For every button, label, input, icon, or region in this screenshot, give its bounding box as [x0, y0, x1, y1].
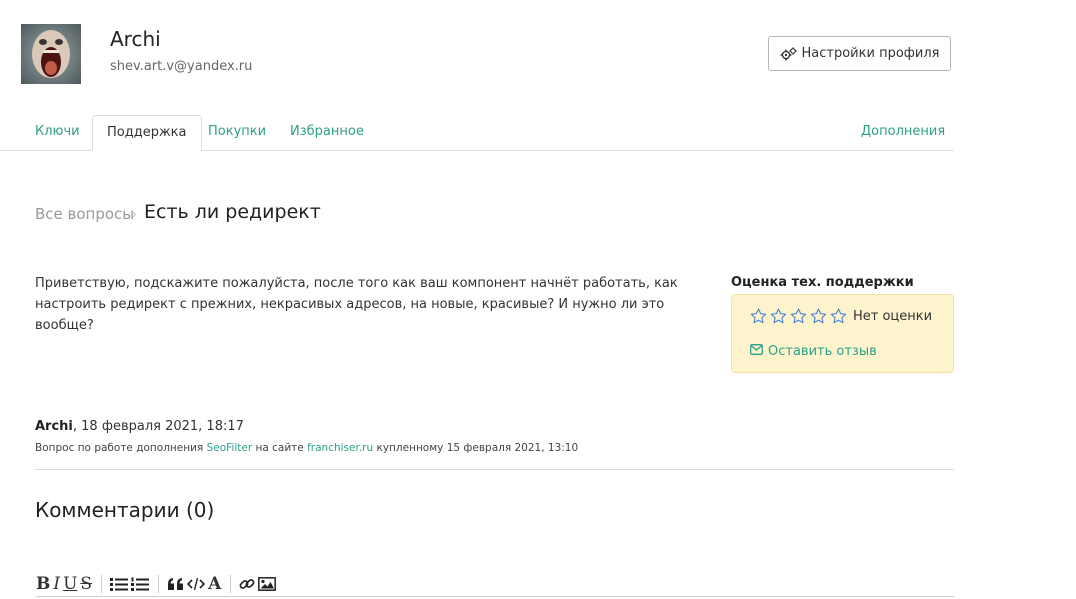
leave-review-label: Оставить отзыв: [768, 344, 877, 359]
star-rating: [750, 308, 847, 324]
link-icon: [239, 579, 255, 589]
numbered-list-icon: [131, 577, 150, 591]
tab-purchases[interactable]: Покупки: [208, 124, 266, 139]
code-button[interactable]: [187, 574, 206, 594]
star-icon[interactable]: [790, 308, 807, 324]
image-button[interactable]: [258, 574, 277, 594]
star-icon[interactable]: [830, 308, 847, 324]
no-rating-label: Нет оценки: [853, 309, 933, 324]
meta-suffix: купленному 15 февраля 2021, 13:10: [376, 442, 579, 454]
toolbar-separator: [101, 575, 103, 593]
tab-keys[interactable]: Ключи: [35, 124, 80, 139]
question-author[interactable]: Archi: [35, 419, 73, 434]
link-button[interactable]: [239, 574, 255, 594]
envelope-icon: [750, 344, 763, 359]
image-icon: [258, 577, 277, 591]
editor-toolbar: B I U S A: [36, 573, 279, 595]
meta-middle: на сайте: [255, 442, 304, 454]
font-button[interactable]: A: [208, 574, 221, 594]
code-icon: [187, 577, 206, 591]
meta-prefix: Вопрос по работе дополнения: [35, 442, 204, 454]
italic-button[interactable]: I: [53, 574, 60, 594]
gears-icon: [780, 46, 797, 61]
question-author-line: Archi, 18 февраля 2021, 18:17: [35, 419, 244, 434]
toolbar-separator: [230, 575, 232, 593]
profile-page: Archi shev.art.v@yandex.ru Настройки про…: [0, 0, 1076, 599]
underline-button[interactable]: U: [63, 574, 77, 594]
star-icon[interactable]: [810, 308, 827, 324]
site-link[interactable]: franchiser.ru: [307, 442, 373, 454]
quote-icon: [168, 578, 184, 590]
settings-label: Настройки профиля: [801, 46, 940, 61]
tab-favorites[interactable]: Избранное: [290, 124, 364, 139]
breadcrumb-all-questions[interactable]: Все вопросы: [35, 205, 134, 223]
quote-button[interactable]: [167, 574, 184, 594]
numbered-list-button[interactable]: [131, 574, 150, 594]
section-divider: [35, 469, 954, 470]
bulleted-list-icon: [110, 577, 129, 591]
leave-review-link[interactable]: Оставить отзыв: [750, 344, 877, 359]
question-date: , 18 февраля 2021, 18:17: [72, 419, 244, 434]
bold-button[interactable]: B: [36, 574, 50, 594]
rating-box: Нет оценки Оставить отзыв: [731, 294, 954, 373]
question-meta: Вопрос по работе дополнения SeoFilter на…: [35, 442, 578, 454]
profile-settings-button[interactable]: Настройки профиля: [768, 36, 951, 71]
question-text: Приветствую, подскажите пожалуйста, посл…: [35, 276, 678, 333]
user-email: shev.art.v@yandex.ru: [110, 59, 253, 74]
page-title: Есть ли редирект: [144, 201, 321, 223]
star-icon[interactable]: [770, 308, 787, 324]
star-icon[interactable]: [750, 308, 767, 324]
tab-support[interactable]: Поддержка: [92, 115, 202, 151]
avatar[interactable]: [21, 24, 81, 84]
addon-link[interactable]: SeoFilter: [207, 442, 253, 454]
rating-title: Оценка тех. поддержки: [731, 275, 914, 290]
user-name: Archi: [110, 27, 161, 51]
breadcrumb-separator: ›: [132, 207, 137, 221]
toolbar-separator: [158, 575, 160, 593]
tab-addons[interactable]: Дополнения: [861, 124, 945, 139]
strikethrough-button[interactable]: S: [80, 574, 92, 594]
comments-title: Комментарии (0): [35, 498, 215, 522]
bulleted-list-button[interactable]: [110, 574, 129, 594]
